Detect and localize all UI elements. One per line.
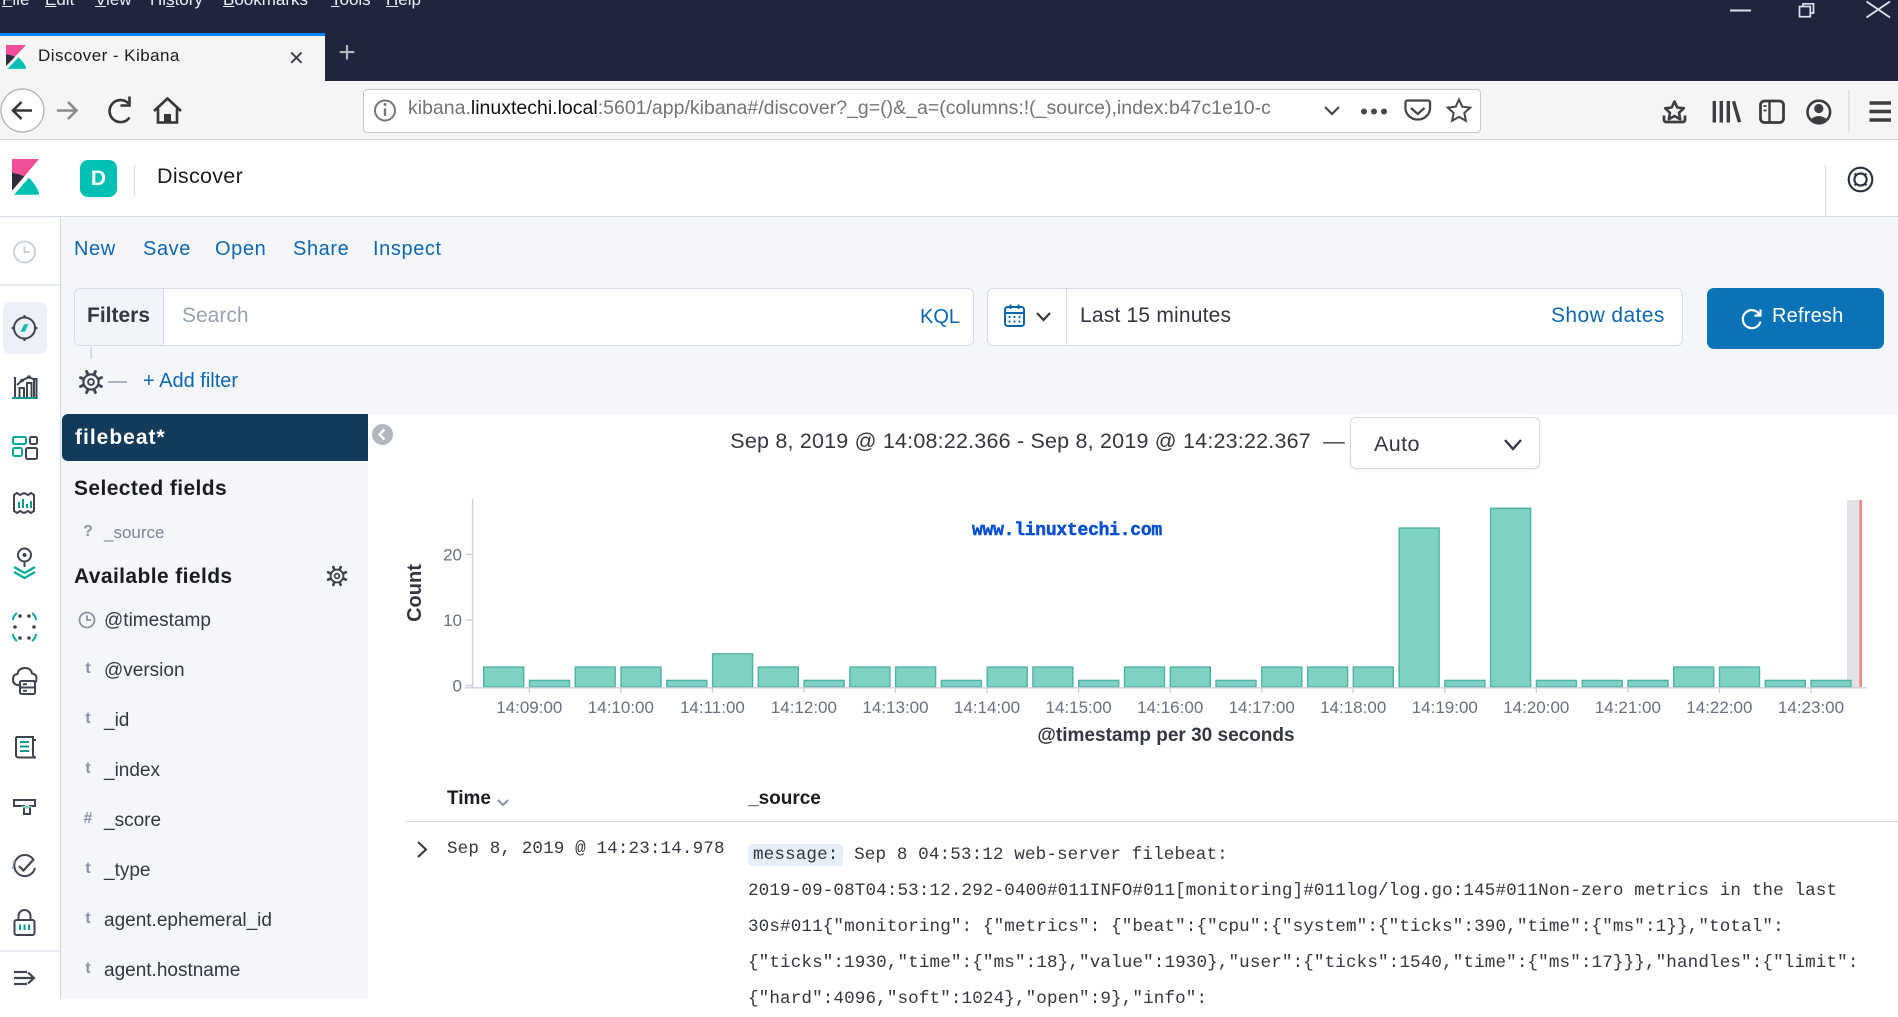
svg-text:10: 10 [443, 611, 462, 630]
svg-text:14:17:00: 14:17:00 [1229, 698, 1295, 717]
svg-text:14:18:00: 14:18:00 [1320, 698, 1386, 717]
svg-text:14:11:00: 14:11:00 [680, 698, 745, 717]
svg-text:14:23:00: 14:23:00 [1778, 698, 1844, 717]
svg-text:14:12:00: 14:12:00 [771, 698, 837, 717]
svg-text:14:22:00: 14:22:00 [1686, 698, 1752, 717]
svg-text:@timestamp per 30 seconds: @timestamp per 30 seconds [1037, 725, 1294, 746]
svg-text:14:15:00: 14:15:00 [1046, 698, 1112, 717]
svg-text:14:16:00: 14:16:00 [1137, 698, 1203, 717]
svg-text:Count: Count [404, 564, 426, 622]
svg-text:14:13:00: 14:13:00 [862, 698, 928, 717]
svg-text:14:19:00: 14:19:00 [1412, 698, 1478, 717]
svg-text:14:21:00: 14:21:00 [1595, 698, 1661, 717]
svg-text:14:14:00: 14:14:00 [954, 698, 1020, 717]
svg-text:20: 20 [443, 545, 462, 564]
svg-text:14:20:00: 14:20:00 [1503, 698, 1569, 717]
svg-text:14:09:00: 14:09:00 [496, 698, 562, 717]
svg-text:0: 0 [453, 677, 462, 696]
svg-text:14:10:00: 14:10:00 [588, 698, 654, 717]
